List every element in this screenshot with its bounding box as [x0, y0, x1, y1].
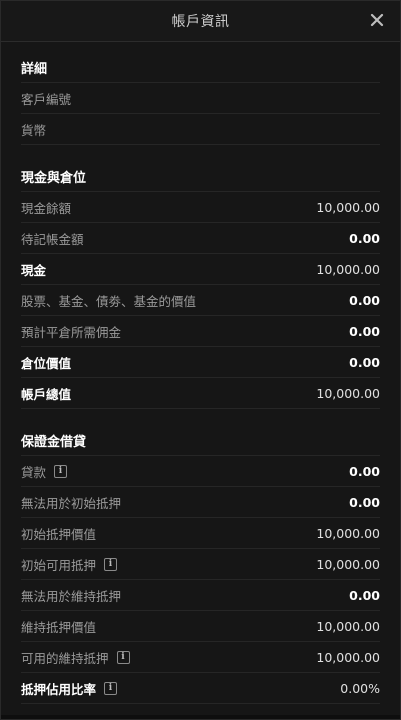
initial-collateral-row: 初始抵押價值 10,000.00 — [21, 517, 380, 548]
close-button[interactable] — [366, 9, 388, 31]
info-icon[interactable]: i — [54, 464, 68, 478]
panel-bottom-edge — [1, 715, 400, 719]
pending-amount-label: 待記帳金額 — [21, 231, 84, 247]
position-value-row: 倉位價值 0.00 — [21, 346, 380, 377]
initial-available-row: 初始可用抵押 i 10,000.00 — [21, 548, 380, 579]
closing-commission-row: 預計平倉所需佣金 0.00 — [21, 315, 380, 346]
account-total-value: 10,000.00 — [316, 385, 380, 401]
account-total-label: 帳戶總值 — [21, 386, 72, 402]
position-value-label: 倉位價值 — [21, 355, 72, 371]
unavailable-maintenance-value: 0.00 — [349, 587, 380, 603]
closing-commission-label: 預計平倉所需佣金 — [21, 324, 122, 340]
securities-value-label: 股票、基金、債劵、基金的價值 — [21, 293, 197, 309]
cash-row: 現金 10,000.00 — [21, 253, 380, 284]
cash-positions-section-title: 現金與倉位 — [21, 170, 87, 186]
client-id-label: 客戶編號 — [21, 91, 72, 107]
securities-value-value: 0.00 — [349, 292, 380, 308]
pending-amount-row: 待記帳金額 0.00 — [21, 222, 380, 253]
available-maintenance-label: 可用的維持抵押 — [21, 650, 109, 666]
cash-value: 10,000.00 — [316, 261, 380, 277]
pending-amount-value: 0.00 — [349, 230, 380, 246]
currency-label: 貨幣 — [21, 122, 47, 138]
cash-balance-value: 10,000.00 — [316, 199, 380, 215]
unavailable-initial-row: 無法用於初始抵押 0.00 — [21, 486, 380, 517]
collateral-usage-value: 0.00% — [340, 680, 380, 696]
loan-row: 貸款 i 0.00 — [21, 455, 380, 486]
account-total-row: 帳戶總值 10,000.00 — [21, 377, 380, 409]
info-icon[interactable]: i — [104, 681, 118, 695]
maintenance-collateral-value: 10,000.00 — [316, 618, 380, 634]
loan-value: 0.00 — [349, 463, 380, 479]
available-maintenance-row: 可用的維持抵押 i 10,000.00 — [21, 641, 380, 672]
unavailable-initial-value: 0.00 — [349, 494, 380, 510]
initial-collateral-label: 初始抵押價值 — [21, 526, 97, 542]
maintenance-collateral-label: 維持抵押價值 — [21, 619, 97, 635]
position-value-value: 0.00 — [349, 354, 380, 370]
currency-row: 貨幣 — [21, 113, 380, 145]
panel-content: 詳細 客戶編號 貨幣 現金與倉位 現金餘額 10,000.00 待記帳金額 0.… — [1, 42, 400, 704]
panel-header: 帳戶資訊 — [1, 1, 400, 42]
info-icon[interactable]: i — [104, 557, 118, 571]
collateral-usage-label: 抵押佔用比率 — [21, 681, 97, 697]
closing-commission-value: 0.00 — [349, 323, 380, 339]
unavailable-maintenance-row: 無法用於維持抵押 0.00 — [21, 579, 380, 610]
unavailable-initial-label: 無法用於初始抵押 — [21, 495, 122, 511]
initial-available-label: 初始可用抵押 — [21, 557, 97, 573]
available-maintenance-value: 10,000.00 — [316, 649, 380, 665]
close-icon — [370, 13, 384, 27]
initial-available-value: 10,000.00 — [316, 556, 380, 572]
panel-title: 帳戶資訊 — [171, 14, 230, 30]
client-id-row: 客戶編號 — [21, 82, 380, 113]
cash-balance-row: 現金餘額 10,000.00 — [21, 191, 380, 222]
loan-label: 貸款 — [21, 464, 47, 480]
unavailable-maintenance-label: 無法用於維持抵押 — [21, 588, 122, 604]
info-icon[interactable]: i — [116, 650, 130, 664]
account-info-panel: 帳戶資訊 詳細 客戶編號 貨幣 現金與倉位 現金餘額 10,000.00 待記帳… — [0, 0, 401, 720]
margin-section-title: 保證金借貸 — [21, 434, 87, 450]
maintenance-collateral-row: 維持抵押價值 10,000.00 — [21, 610, 380, 641]
collateral-usage-row: 抵押佔用比率 i 0.00% — [21, 672, 380, 704]
details-section-title: 詳細 — [21, 61, 48, 77]
initial-collateral-value: 10,000.00 — [316, 525, 380, 541]
cash-balance-label: 現金餘額 — [21, 200, 72, 216]
cash-label: 現金 — [21, 262, 47, 278]
securities-value-row: 股票、基金、債劵、基金的價值 0.00 — [21, 284, 380, 315]
